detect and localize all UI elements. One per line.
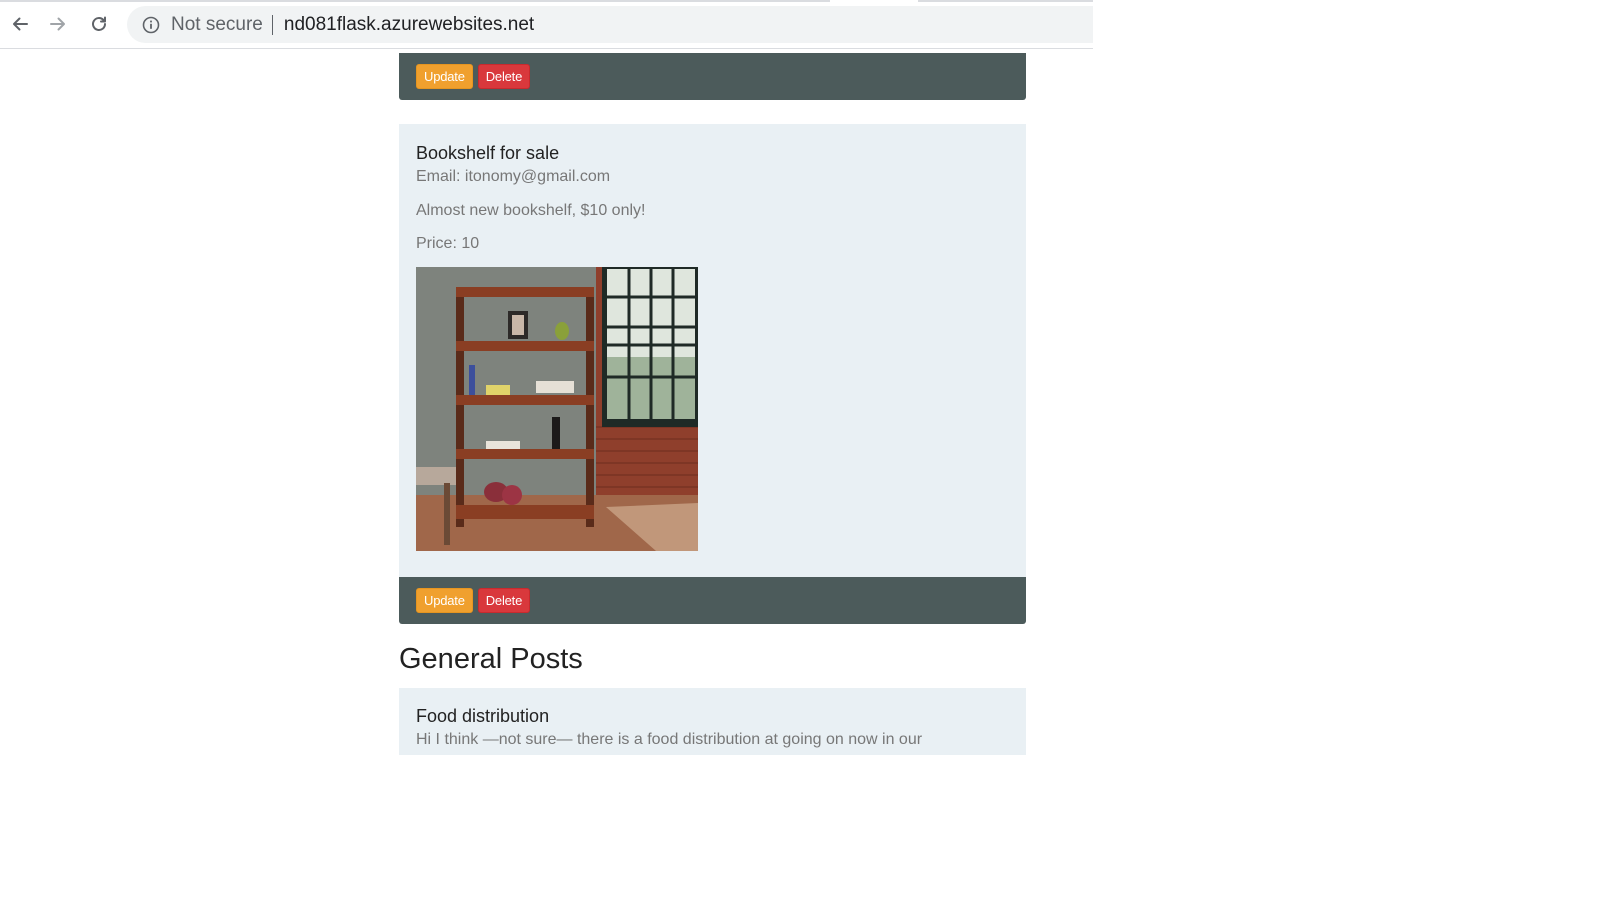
update-button[interactable]: Update — [416, 588, 473, 613]
post-card: Bookshelf for sale Email: itonomy@gmail.… — [399, 124, 1026, 577]
post-email: Email: itonomy@gmail.com — [416, 168, 611, 185]
post-price: Price: 10 — [416, 235, 480, 252]
tab-strip-edge — [0, 0, 830, 2]
post-text: Hi I think —not sure— there is a food di… — [416, 731, 923, 748]
forward-arrow-icon — [50, 17, 65, 31]
back-button[interactable] — [0, 4, 40, 44]
post-title: Bookshelf for sale — [416, 143, 560, 163]
post-description: Almost new bookshelf, $10 only! — [416, 202, 646, 219]
forward-button[interactable] — [38, 4, 78, 44]
reload-button[interactable] — [79, 4, 119, 44]
security-status[interactable]: Not secure — [171, 14, 263, 36]
browser-toolbar: Not secure nd081flask.azurewebsites.net — [0, 0, 1093, 49]
post-footer: Update Delete — [399, 577, 1026, 624]
address-bar[interactable]: Not secure nd081flask.azurewebsites.net — [127, 6, 1093, 43]
delete-button[interactable]: Delete — [477, 64, 531, 89]
info-icon[interactable] — [141, 15, 161, 35]
update-button[interactable]: Update — [416, 64, 473, 89]
tab-strip-edge-2 — [918, 0, 1093, 2]
post-card: Food distribution Hi I think —not sure— … — [399, 688, 1026, 755]
reload-icon — [92, 16, 106, 31]
post-footer: Update Delete — [399, 53, 1026, 100]
post-title: Food distribution — [416, 706, 550, 726]
back-arrow-icon — [13, 17, 28, 31]
address-divider — [271, 14, 273, 35]
bookshelf-photo — [416, 267, 698, 551]
section-heading: General Posts — [399, 643, 583, 675]
delete-button[interactable]: Delete — [477, 588, 531, 613]
url-text[interactable]: nd081flask.azurewebsites.net — [284, 14, 534, 36]
